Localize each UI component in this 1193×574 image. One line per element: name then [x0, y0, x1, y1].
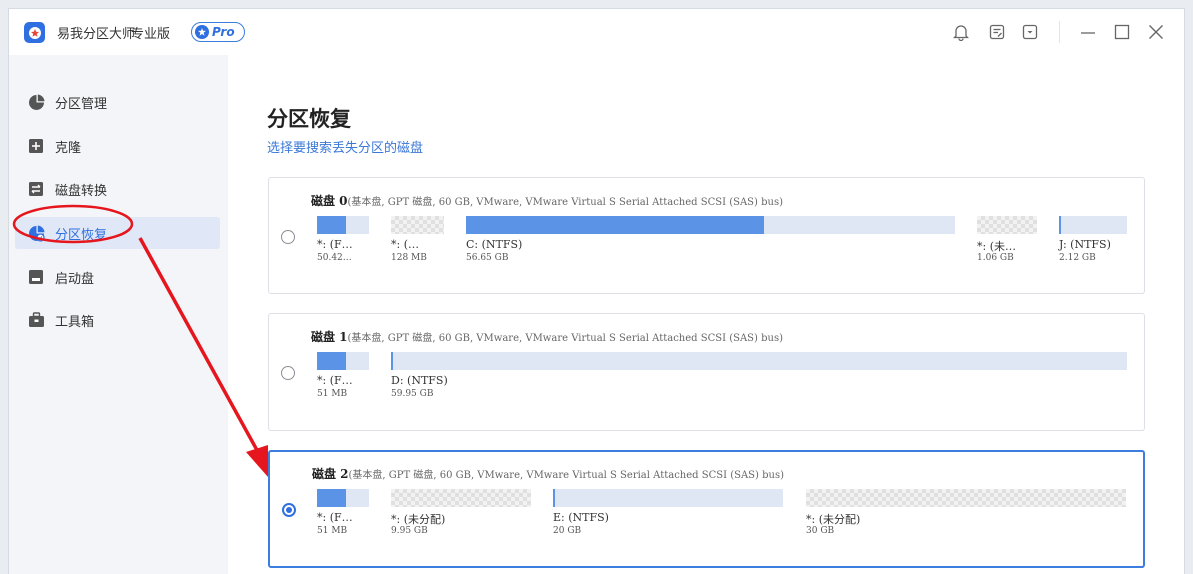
app-logo-icon	[24, 22, 45, 43]
title-bar: 易我分区大师 专业版 Pro	[9, 9, 1184, 55]
partition-block[interactable]: *: (未… 1.06 GB	[977, 216, 1037, 263]
main-panel: 分区恢复 选择要搜索丢失分区的磁盘 磁盘 0(基本盘, GPT 磁盘, 60 G…	[228, 55, 1184, 574]
partition-block[interactable]: *: (未分配) 30 GB	[806, 489, 1126, 536]
sidebar-item-clone[interactable]: 克隆	[15, 130, 220, 162]
sidebar-item-label: 分区恢复	[55, 227, 108, 243]
pro-badge: Pro	[191, 22, 245, 42]
sidebar: 分区管理 克隆 磁盘转换 分区恢复 启动盘 工具箱	[9, 55, 228, 574]
partition-size: 20 GB	[553, 526, 582, 536]
download-icon[interactable]	[1021, 23, 1039, 41]
partition-block[interactable]: D: (NTFS) 59.95 GB	[391, 352, 1127, 399]
partition-label: *: (…	[391, 238, 419, 251]
partition-label: J: (NTFS)	[1059, 238, 1111, 251]
app-edition: 专业版	[131, 27, 171, 42]
partition-bar-unallocated	[391, 489, 531, 507]
partition-block[interactable]: *: (F… 51 MB	[317, 352, 369, 399]
titlebar-divider	[1059, 21, 1060, 43]
partition-label: *: (F…	[317, 511, 353, 524]
partition-label: E: (NTFS)	[553, 511, 609, 524]
toolbox-icon	[27, 311, 45, 329]
disk-name: 磁盘 0	[311, 194, 348, 208]
partition-size: 1.06 GB	[977, 253, 1014, 263]
sidebar-item-label: 启动盘	[55, 271, 95, 287]
disk-name: 磁盘 1	[311, 330, 348, 344]
partition-bar	[317, 352, 369, 370]
partition-bar	[317, 216, 369, 234]
partition-label: C: (NTFS)	[466, 238, 523, 251]
pie-chart-icon	[27, 93, 45, 111]
partition-label: D: (NTFS)	[391, 374, 448, 387]
partition-size: 2.12 GB	[1059, 253, 1096, 263]
sidebar-item-label: 磁盘转换	[55, 183, 108, 199]
partition-size: 9.95 GB	[391, 526, 428, 536]
sidebar-item-partition-recovery[interactable]: 分区恢复	[15, 217, 220, 249]
partition-bar	[466, 216, 955, 234]
partition-block[interactable]: *: (… 128 MB	[391, 216, 444, 263]
partition-size: 59.95 GB	[391, 389, 434, 399]
disk-info: (基本盘, GPT 磁盘, 60 GB, VMware, VMware Virt…	[347, 333, 783, 344]
partition-block[interactable]: J: (NTFS) 2.12 GB	[1059, 216, 1127, 263]
partition-size: 56.65 GB	[466, 253, 509, 263]
partition-size: 50.42…	[317, 253, 352, 263]
partition-bar	[1059, 216, 1127, 234]
sidebar-item-label: 工具箱	[55, 314, 95, 330]
disk-0-radio[interactable]	[281, 230, 295, 244]
page-title: 分区恢复	[267, 106, 351, 131]
partition-size: 30 GB	[806, 526, 835, 536]
partition-label: *: (F…	[317, 238, 353, 251]
app-title: 易我分区大师	[57, 27, 136, 42]
partition-label: *: (F…	[317, 374, 353, 387]
partition-bar	[317, 489, 369, 507]
partition-bar	[391, 352, 1127, 370]
notes-icon[interactable]	[988, 23, 1006, 41]
disk-info: (基本盘, GPT 磁盘, 60 GB, VMware, VMware Virt…	[347, 197, 783, 208]
close-icon[interactable]	[1147, 23, 1165, 41]
disk-header: 磁盘 0(基本盘, GPT 磁盘, 60 GB, VMware, VMware …	[311, 192, 783, 209]
sidebar-item-label: 克隆	[55, 140, 82, 156]
partition-block[interactable]: C: (NTFS) 56.65 GB	[466, 216, 955, 263]
partition-size: 51 MB	[317, 526, 348, 536]
disk-card-1[interactable]: 磁盘 1(基本盘, GPT 磁盘, 60 GB, VMware, VMware …	[268, 313, 1145, 431]
bell-icon[interactable]	[952, 23, 970, 41]
partition-block[interactable]: E: (NTFS) 20 GB	[553, 489, 783, 536]
sidebar-item-toolbox[interactable]: 工具箱	[15, 304, 220, 336]
sidebar-item-disk-convert[interactable]: 磁盘转换	[15, 173, 220, 205]
partition-bar-unallocated	[977, 216, 1037, 234]
disk-header: 磁盘 1(基本盘, GPT 磁盘, 60 GB, VMware, VMware …	[311, 328, 783, 345]
partition-bar-unallocated	[806, 489, 1126, 507]
recovery-icon	[27, 224, 45, 242]
partition-label: *: (未分配)	[806, 513, 861, 526]
disk-card-2[interactable]: 磁盘 2(基本盘, GPT 磁盘, 60 GB, VMware, VMware …	[268, 450, 1145, 568]
minimize-icon[interactable]	[1079, 23, 1097, 41]
clone-icon	[27, 137, 45, 155]
sidebar-item-boot-disk[interactable]: 启动盘	[15, 261, 220, 293]
partition-block[interactable]: *: (未分配) 9.95 GB	[391, 489, 531, 536]
disk-1-radio[interactable]	[281, 366, 295, 380]
sidebar-item-partition-manager[interactable]: 分区管理	[15, 86, 220, 118]
disk-2-radio[interactable]	[282, 503, 296, 517]
page-subtitle: 选择要搜索丢失分区的磁盘	[267, 141, 424, 156]
partition-label: *: (未…	[977, 240, 1016, 253]
pro-badge-label: Pro	[212, 25, 235, 39]
partition-size: 51 MB	[317, 389, 348, 399]
partition-size: 128 MB	[391, 253, 427, 263]
partition-bar	[553, 489, 783, 507]
sidebar-item-label: 分区管理	[55, 96, 108, 112]
partition-block[interactable]: *: (F… 50.42…	[317, 216, 369, 263]
partition-bar-unallocated	[391, 216, 444, 234]
disk-header: 磁盘 2(基本盘, GPT 磁盘, 60 GB, VMware, VMware …	[312, 465, 784, 482]
partition-block[interactable]: *: (F… 51 MB	[317, 489, 369, 536]
disk-card-0[interactable]: 磁盘 0(基本盘, GPT 磁盘, 60 GB, VMware, VMware …	[268, 177, 1145, 294]
convert-icon	[27, 180, 45, 198]
star-icon	[195, 25, 209, 39]
disk-info: (基本盘, GPT 磁盘, 60 GB, VMware, VMware Virt…	[348, 470, 784, 481]
disk-name: 磁盘 2	[312, 467, 349, 481]
boot-disk-icon	[27, 268, 45, 286]
maximize-icon[interactable]	[1113, 23, 1131, 41]
app-window: 易我分区大师 专业版 Pro 分区管理 克隆 磁盘转换 分区恢复 启动盘 工具箱…	[8, 8, 1185, 574]
partition-label: *: (未分配)	[391, 513, 446, 526]
